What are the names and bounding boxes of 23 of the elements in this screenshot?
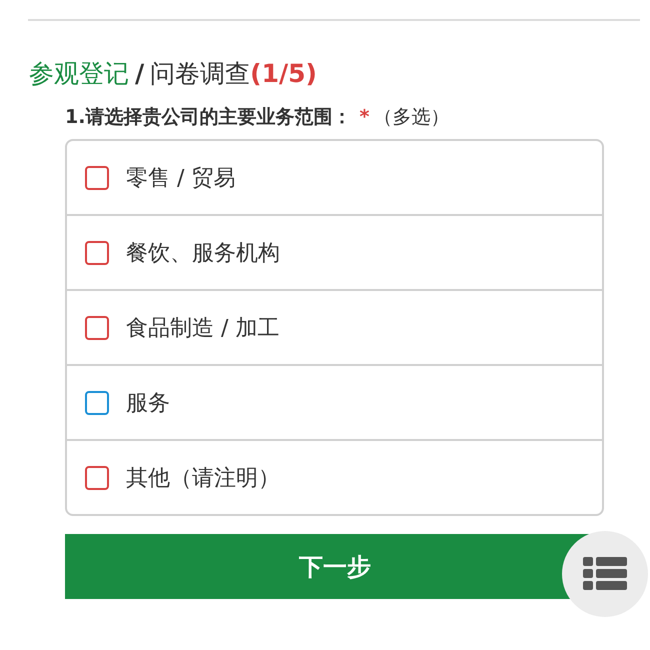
progress-count: (1/5) bbox=[250, 58, 317, 90]
option-label: 服务 bbox=[126, 390, 170, 418]
checkbox[interactable] bbox=[85, 316, 109, 340]
option-label: 零售 / 贸易 bbox=[126, 164, 236, 192]
checkbox[interactable] bbox=[85, 390, 109, 414]
breadcrumb-separator: / bbox=[135, 58, 144, 90]
option-row[interactable]: 食品制造 / 加工 bbox=[67, 289, 602, 364]
option-row[interactable]: 其他（请注明） bbox=[67, 439, 602, 514]
checkbox[interactable] bbox=[85, 466, 109, 490]
option-label: 食品制造 / 加工 bbox=[126, 314, 280, 342]
required-mark: * bbox=[359, 105, 370, 130]
checkbox[interactable] bbox=[85, 240, 109, 264]
list-icon bbox=[583, 557, 627, 591]
option-label: 餐饮、服务机构 bbox=[126, 240, 280, 268]
breadcrumb-link[interactable]: 参观登记 bbox=[29, 57, 129, 91]
option-row[interactable]: 服务 bbox=[67, 364, 602, 439]
checkbox[interactable] bbox=[85, 166, 109, 190]
option-row[interactable]: 零售 / 贸易 bbox=[67, 141, 602, 214]
question-text: 1.请选择贵公司的主要业务范围： bbox=[65, 105, 352, 130]
question-hint: （多选） bbox=[373, 105, 450, 130]
option-label: 其他（请注明） bbox=[126, 464, 280, 492]
page-title: 问卷调查 bbox=[150, 58, 250, 90]
option-row[interactable]: 餐饮、服务机构 bbox=[67, 214, 602, 289]
